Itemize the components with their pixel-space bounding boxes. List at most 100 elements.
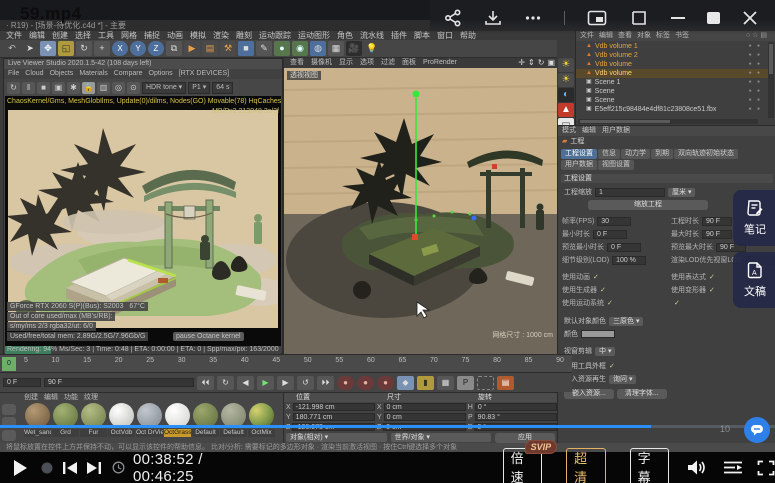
attribute-header-menu[interactable]: 模式 [562, 126, 576, 136]
c4d-menu-item[interactable]: 选择 [75, 31, 91, 40]
move-tool-icon[interactable]: ✥ [40, 41, 56, 56]
maximize-view-icon[interactable]: ▣ [547, 58, 555, 68]
hdri-environment-icon[interactable]: ◐ [558, 88, 574, 102]
c4d-menu-item[interactable]: 捕捉 [144, 31, 160, 40]
cursor-icon[interactable]: ➤ [22, 41, 38, 56]
light-icon[interactable]: 💡 [364, 41, 380, 56]
octane-menu-item[interactable]: Options [149, 69, 173, 79]
c4d-menu-item[interactable]: 网格 [121, 31, 137, 40]
loop-mode-icon[interactable]: ↻ [217, 376, 234, 390]
stop-icon[interactable]: ■ [37, 82, 50, 94]
scale-tool-icon[interactable]: ◱ [58, 41, 74, 56]
material-item[interactable]: Wet_sand [24, 403, 51, 437]
docs-button[interactable]: A 文稿 [733, 252, 775, 308]
c4d-menu-item[interactable]: 运动跟踪 [259, 31, 291, 40]
c4d-menu-item[interactable]: 文件 [6, 31, 22, 40]
camera-sync-icon[interactable]: ⊙ [127, 82, 140, 94]
viewport-panel[interactable]: 查看摄像机显示选项过滤面板ProRender ✛ ⇕ ↻ ▣ 透视视图 [283, 58, 557, 354]
octane-cloud-icon[interactable]: ▲ [558, 103, 574, 117]
attribute-tab[interactable]: 动力学 [621, 149, 650, 159]
octane-menu-item[interactable]: Cloud [25, 69, 43, 79]
object-list-item[interactable]: Vdb volume 2 [576, 51, 768, 60]
material-menu-item[interactable]: 功能 [64, 393, 78, 402]
feedback-button[interactable] [744, 417, 770, 443]
material-item[interactable]: OctGrass [164, 403, 191, 437]
playlist-button[interactable] [723, 460, 743, 475]
viewport-menu-item[interactable]: ProRender [423, 58, 457, 68]
c4d-menu-item[interactable]: 渲染 [213, 31, 229, 40]
coordinate-mode-select[interactable]: 对象(相对) ▾ [286, 433, 387, 442]
samples-field[interactable]: 64 s [212, 82, 233, 94]
checkbox-left[interactable]: 使用动画✓ [562, 272, 667, 282]
color-swatch[interactable] [581, 330, 615, 338]
viewport-menu-item[interactable]: 选项 [360, 58, 374, 68]
object-list-item[interactable]: E5eff215c98484e4df81c23808ce51.fbx [576, 105, 768, 114]
timeline-ruler[interactable]: 0 51015202530354045505560657075808590 [0, 354, 572, 372]
material-view-icon[interactable] [2, 404, 16, 415]
volume-button[interactable] [687, 459, 707, 476]
octane-menu-item[interactable]: Objects [50, 69, 74, 79]
embed-select[interactable]: 询问 ▾ [609, 375, 636, 384]
axis-y-lock-icon[interactable]: Y [130, 41, 146, 56]
refresh-icon[interactable]: ↻ [7, 82, 20, 94]
stop-button[interactable] [40, 461, 54, 475]
object-list-hscrollbar[interactable] [578, 119, 758, 124]
subdivision-icon[interactable]: ● [274, 41, 290, 56]
c4d-menu-item[interactable]: 工具 [98, 31, 114, 40]
object-list-item[interactable]: Vdb volume [576, 60, 768, 69]
object-list-item[interactable]: Scene 1 [576, 78, 768, 87]
object-list-item[interactable]: Scene [576, 87, 768, 96]
viewport-menu-item[interactable]: 面板 [402, 58, 416, 68]
attribute-tab[interactable]: 工程设置 [561, 149, 597, 159]
pen-spline-icon[interactable]: ✎ [256, 41, 272, 56]
lock-icon[interactable]: 🔒 [82, 82, 95, 94]
cube-primitive-icon[interactable]: ■ [238, 41, 254, 56]
record-scale-icon[interactable]: ● [357, 376, 374, 390]
play-backwards-icon[interactable]: ◀ [237, 376, 254, 390]
c4d-menu-item[interactable]: 模拟 [190, 31, 206, 40]
more-icon[interactable] [524, 9, 542, 27]
camera-icon[interactable]: 🎥 [346, 41, 362, 56]
download-icon[interactable] [484, 9, 502, 27]
material-item[interactable]: Default [192, 403, 219, 437]
object-list-scrollbar[interactable] [768, 42, 774, 118]
close-icon[interactable] [742, 10, 758, 26]
pan-icon[interactable]: ✛ [518, 58, 525, 68]
timeline-playhead[interactable]: 0 [2, 357, 16, 371]
c4d-menu-item[interactable]: 流水线 [360, 31, 384, 40]
c4d-menu-item[interactable]: 动画 [167, 31, 183, 40]
coord-system-icon[interactable]: ⧉ [166, 41, 182, 56]
object-list-item[interactable]: Vdb volume 1 [576, 42, 768, 51]
object-list-item[interactable]: Scene [576, 96, 768, 105]
goto-end-icon[interactable]: ⏵⏵ [317, 376, 334, 390]
material-item[interactable]: OctMix [248, 403, 275, 437]
goto-start-icon[interactable]: ⏴⏴ [197, 376, 214, 390]
object-list-item[interactable]: Vdb volume [576, 69, 768, 78]
attribute-header-menu[interactable]: 用户数据 [602, 126, 630, 136]
minimize-icon[interactable] [671, 17, 685, 19]
share-icon[interactable] [444, 9, 462, 27]
project-scale-field[interactable]: 1 [595, 188, 665, 197]
keyframe-presets-icon[interactable]: ▦ [437, 376, 454, 390]
floor-icon[interactable]: ▦ [328, 41, 344, 56]
viewport-menu-item[interactable]: 查看 [290, 58, 304, 68]
render-queue-icon[interactable]: ▤ [497, 376, 514, 390]
field-icon[interactable]: ◍ [310, 41, 326, 56]
cycle-icon[interactable]: ↺ [297, 376, 314, 390]
notes-button[interactable]: 笔记 [733, 190, 775, 246]
record-active-objects-icon[interactable]: ◆ [397, 376, 414, 390]
pick-focus-icon[interactable]: ◎ [112, 82, 125, 94]
axis-z-lock-icon[interactable]: Z [148, 41, 164, 56]
fullscreen-button[interactable] [757, 460, 775, 476]
render-picture-icon[interactable]: ▤ [202, 41, 218, 56]
render-view-icon[interactable]: ▶ [184, 41, 200, 56]
material-filter-icon[interactable] [2, 430, 16, 441]
c4d-menu-item[interactable]: 编辑 [29, 31, 45, 40]
attribute-tab[interactable]: 信息 [598, 149, 620, 159]
quality-button[interactable]: 超清 [566, 448, 605, 483]
c4d-menu-item[interactable]: 雕刻 [236, 31, 252, 40]
default-color-select[interactable]: 三原色 ▾ [609, 317, 643, 326]
axis-x-lock-icon[interactable]: X [112, 41, 128, 56]
clean-fonts-button[interactable]: 清理字体... [617, 389, 667, 399]
material-menu-item[interactable]: 纹理 [84, 393, 98, 402]
